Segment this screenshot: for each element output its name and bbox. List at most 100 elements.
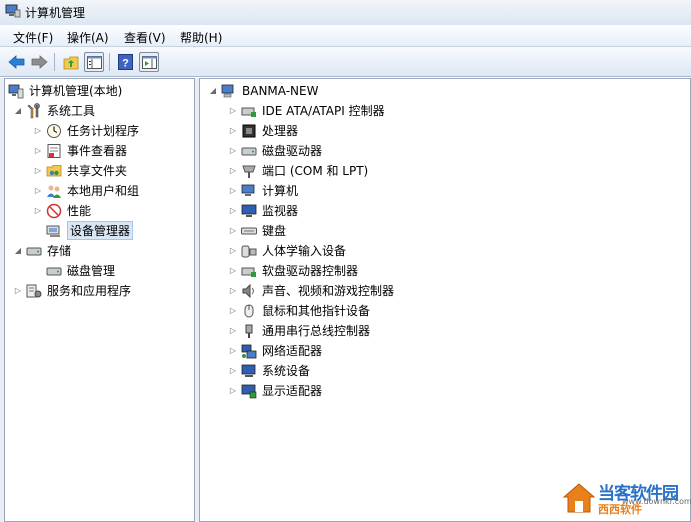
device-label: 监视器 [262,204,299,218]
expand-arrow-icon[interactable]: ▷ [228,246,238,256]
expand-arrow-icon[interactable]: ▷ [228,366,238,376]
clock-icon [46,123,62,139]
tree-item-device-manager[interactable]: 设备管理器 [33,221,134,240]
device-label: 端口 (COM 和 LPT) [262,164,369,178]
device-category[interactable]: ▷ 通用串行总线控制器 [228,321,370,340]
menu-view[interactable]: 查看(V) [124,29,166,46]
menu-action[interactable]: 操作(A) [67,29,109,46]
show-tree-button[interactable] [84,52,104,72]
device-category[interactable]: ▷ 鼠标和其他指针设备 [228,301,370,320]
speaker-icon [241,283,257,299]
tree-item-disk-management[interactable]: 磁盘管理 [33,261,115,280]
tree-label: 计算机管理(本地) [29,84,123,98]
expand-arrow-icon[interactable]: ▷ [228,266,238,276]
tree-item-services[interactable]: ▷ 服务和应用程序 [13,281,131,300]
device-list[interactable]: ◢ BANMA-NEW ▷ IDE ATA/ATAPI 控制器 ▷ 处理器 ▷ … [199,78,691,522]
performance-icon [46,203,62,219]
expand-arrow-icon[interactable]: ▷ [228,306,238,316]
back-icon [7,55,24,69]
event-viewer-icon [46,143,62,159]
tree-item-storage[interactable]: ◢ 存储 [13,241,71,260]
expand-arrow-icon[interactable]: ▷ [228,346,238,356]
device-category[interactable]: ▷ 计算机 [228,181,298,200]
expand-arrow-icon[interactable]: ▷ [33,166,43,176]
device-label: 网络适配器 [262,344,323,358]
back-button[interactable] [6,52,26,72]
device-category[interactable]: ▷ 磁盘驱动器 [228,141,322,160]
collapse-arrow-icon[interactable]: ◢ [208,86,218,96]
tree-label: 设备管理器 [67,221,134,240]
expand-arrow-icon[interactable]: ▷ [228,206,238,216]
device-category[interactable]: ▷ IDE ATA/ATAPI 控制器 [228,101,385,120]
device-category[interactable]: ▷ 网络适配器 [228,341,322,360]
expand-arrow-icon[interactable]: ▷ [228,286,238,296]
forward-button[interactable] [29,52,49,72]
tree-item-local-users[interactable]: ▷ 本地用户和组 [33,181,139,200]
tree-item-system-tools[interactable]: ◢ 系统工具 [13,101,95,120]
tree-label: 共享文件夹 [67,164,128,178]
watermark-logo: 当客软件园 西西软件 www.downkr.com [562,479,691,519]
tree-item-event-viewer[interactable]: ▷ 事件查看器 [33,141,127,160]
device-label: 软盘驱动器控制器 [262,264,359,278]
tree-label: 存储 [47,244,72,258]
expand-arrow-icon[interactable]: ▷ [228,326,238,336]
device-category[interactable]: ▷ 人体学输入设备 [228,241,346,260]
expand-arrow-icon[interactable]: ▷ [33,146,43,156]
svg-text:?: ? [122,58,129,70]
device-root[interactable]: ◢ BANMA-NEW [208,81,319,100]
port-icon [241,163,257,179]
collapse-arrow-icon[interactable]: ◢ [13,106,23,116]
menu-help[interactable]: 帮助(H) [180,29,222,46]
device-category[interactable]: ▷ 端口 (COM 和 LPT) [228,161,368,180]
device-label: 键盘 [262,224,287,238]
up-folder-icon [63,56,78,69]
device-category[interactable]: ▷ 软盘驱动器控制器 [228,261,358,280]
tree-item-root[interactable]: 计算机管理(本地) [8,81,122,100]
expand-arrow-icon[interactable]: ▷ [13,286,23,296]
mouse-icon [241,303,257,319]
up-folder-button[interactable] [61,52,81,72]
show-tree-icon [86,55,102,69]
device-category[interactable]: ▷ 键盘 [228,221,286,240]
floppy-controller-icon [241,263,257,279]
expand-arrow-icon[interactable]: ▷ [33,186,43,196]
tree-item-shared-folders[interactable]: ▷ 共享文件夹 [33,161,127,180]
expand-arrow-icon[interactable]: ▷ [228,146,238,156]
device-label: IDE ATA/ATAPI 控制器 [262,104,385,118]
show-action-pane-button[interactable] [139,52,159,72]
tree-item-performance[interactable]: ▷ 性能 [33,201,91,220]
expand-arrow-icon[interactable]: ▷ [228,106,238,116]
device-category[interactable]: ▷ 监视器 [228,201,298,220]
computer-icon [221,83,237,99]
device-category[interactable]: ▷ 处理器 [228,121,298,140]
tree-label: 任务计划程序 [67,124,140,138]
menu-file[interactable]: 文件(F) [13,29,53,46]
device-label: 显示适配器 [262,384,323,398]
expand-arrow-icon[interactable]: ▷ [33,206,43,216]
window-title: 计算机管理 [25,6,86,20]
device-category[interactable]: ▷ 显示适配器 [228,381,322,400]
device-label: 声音、视频和游戏控制器 [262,284,395,298]
watermark-url: www.downkr.com [622,497,691,506]
device-label: 人体学输入设备 [262,244,347,258]
expand-arrow-icon[interactable]: ▷ [228,186,238,196]
toolbar-separator [54,53,55,71]
toolbar-separator [109,53,110,71]
work-area: 计算机管理(本地) ◢ 系统工具 ▷ 任务计划程序 ▷ 事件查看器 ▷ 共享文件… [0,78,691,522]
expand-arrow-icon[interactable]: ▷ [228,126,238,136]
expand-arrow-icon[interactable]: ▷ [33,126,43,136]
help-button[interactable]: ? [115,52,135,72]
device-label: 处理器 [262,124,299,138]
help-icon: ? [117,54,133,70]
expand-arrow-icon[interactable]: ▷ [228,386,238,396]
hid-icon [241,243,257,259]
device-label: 鼠标和其他指针设备 [262,304,371,318]
navigation-tree[interactable]: 计算机管理(本地) ◢ 系统工具 ▷ 任务计划程序 ▷ 事件查看器 ▷ 共享文件… [4,78,195,522]
device-label: 系统设备 [262,364,311,378]
device-category[interactable]: ▷ 声音、视频和游戏控制器 [228,281,394,300]
collapse-arrow-icon[interactable]: ◢ [13,246,23,256]
expand-arrow-icon[interactable]: ▷ [228,166,238,176]
tree-item-task-scheduler[interactable]: ▷ 任务计划程序 [33,121,139,140]
expand-arrow-icon[interactable]: ▷ [228,226,238,236]
device-category[interactable]: ▷ 系统设备 [228,361,310,380]
